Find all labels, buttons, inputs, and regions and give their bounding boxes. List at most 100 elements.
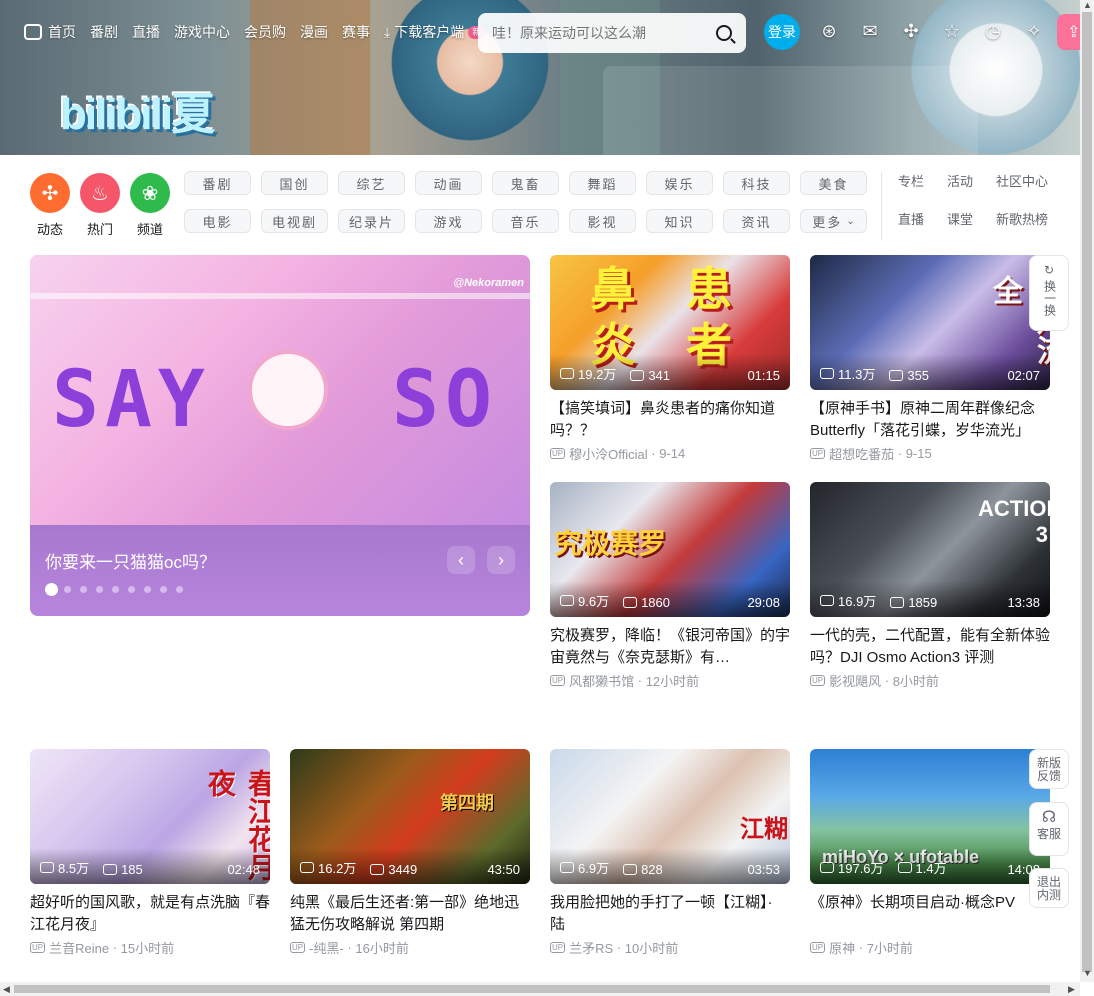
feedback-button[interactable]: 新版反馈 <box>1029 749 1069 789</box>
video-card[interactable]: 第四期 16.2万 3449 43:50 纯黑《最后生还者:第一部》绝地迅猛无伤攻略解说… <box>290 749 530 957</box>
video-card[interactable]: 究极赛罗 9.6万 1860 29:08 究极赛罗，降临！《银河帝国》的宇宙竟然与《奈克… <box>550 482 790 690</box>
customer-service-button[interactable]: ☊ 客服 <box>1029 802 1069 856</box>
channel-chip[interactable]: 知识 <box>646 209 713 233</box>
favorite-icon[interactable]: ☆ <box>941 20 963 42</box>
message-icon[interactable]: ✉ <box>859 20 881 42</box>
nav-download-client[interactable]: ⤓ 下载客户端新 <box>384 22 486 42</box>
video-card[interactable]: 岁月流全11.3万35502:07 【原神手书】原神二周年群像纪念Butterfl… <box>810 255 1050 463</box>
link-column[interactable]: 专栏 <box>898 172 947 192</box>
creation-icon[interactable]: ✧ <box>1023 20 1045 42</box>
quick-dynamic[interactable]: ✣ 动态 <box>30 173 70 238</box>
carousel-image[interactable]: @Nekoramen SAY SO <box>30 255 530 525</box>
video-title[interactable]: 【搞笑填词】鼻炎患者的痛你知道吗？？ <box>550 398 790 442</box>
uploader-name[interactable]: 兰矛RS <box>569 938 613 957</box>
channel-chip[interactable]: 国创 <box>261 171 328 195</box>
channel-chip[interactable]: 鬼畜 <box>492 171 559 195</box>
vertical-scroll-thumb[interactable] <box>1082 12 1092 972</box>
channel-chip[interactable]: 番剧 <box>184 171 251 195</box>
search-bar[interactable] <box>478 13 746 53</box>
nav-bangumi[interactable]: 番剧 <box>90 22 118 42</box>
nav-match[interactable]: 赛事 <box>342 22 370 42</box>
video-title[interactable]: 纯黑《最后生还者:第一部》绝地迅猛无伤攻略解说 第四期 <box>290 892 530 936</box>
channel-chip[interactable]: 电影 <box>184 209 251 233</box>
scroll-down-arrow[interactable]: ▼ <box>1083 968 1092 978</box>
video-card[interactable]: 江糊 6.9万 828 03:53 我用脸把她的手打了一顿【江糊】· 陆 UP 兰矛RS ·… <box>550 749 790 957</box>
video-card[interactable]: miHoYo × ufotable197.6万1.4万14:08 《原神》长期项目… <box>810 749 1050 957</box>
video-title[interactable]: 究极赛罗，降临！《银河帝国》的宇宙竟然与《奈克瑟斯》有… <box>550 625 790 669</box>
video-card[interactable]: ACTION 3 16.9万 1859 13:38 一代的壳，二代配置，能有全新体验吗？… <box>810 482 1050 690</box>
carousel-title[interactable]: 你要来一只猫猫oc吗？ <box>45 548 216 573</box>
horizontal-scroll-thumb[interactable] <box>14 985 1050 993</box>
video-title[interactable]: 我用脸把她的手打了一顿【江糊】· 陆 <box>550 892 790 936</box>
video-thumbnail[interactable]: 岁月流全11.3万35502:07 <box>810 255 1050 390</box>
login-button[interactable]: 登录 <box>764 14 800 50</box>
nav-vip-shop[interactable]: 会员购 <box>244 22 286 42</box>
nav-live[interactable]: 直播 <box>132 22 160 42</box>
uploader-name[interactable]: 超想吃番茄 <box>829 444 894 463</box>
channel-chip[interactable]: 动画 <box>415 171 482 195</box>
scroll-left-arrow[interactable]: ◀ <box>3 984 10 995</box>
history-icon[interactable]: ◷ <box>982 20 1004 42</box>
video-card[interactable]: 春江花月夜 8.5万 185 02:48 超好听的国风歌，就是有点洗脑『春江花月夜』 UP… <box>30 749 270 957</box>
nav-game-center[interactable]: 游戏中心 <box>174 22 230 42</box>
exit-beta-button[interactable]: 退出内测 <box>1029 868 1069 908</box>
search-input[interactable] <box>492 25 716 41</box>
video-title[interactable]: 超好听的国风歌，就是有点洗脑『春江花月夜』 <box>30 892 270 936</box>
quick-channel[interactable]: ❀ 频道 <box>130 173 170 238</box>
video-thumbnail[interactable]: 鼻患炎者 19.2万 341 01:15 <box>550 255 790 390</box>
carousel-dot[interactable] <box>160 586 167 593</box>
link-new-songs[interactable]: 新歌热榜 <box>996 210 1060 230</box>
carousel-dot[interactable] <box>112 586 119 593</box>
channel-chip[interactable]: 综艺 <box>338 171 405 195</box>
video-thumbnail[interactable]: ACTION 3 16.9万 1859 13:38 <box>810 482 1050 617</box>
carousel-dot[interactable] <box>80 586 87 593</box>
channel-chip[interactable]: 影视 <box>569 209 636 233</box>
channel-chip[interactable]: 科技 <box>723 171 790 195</box>
video-thumbnail[interactable]: 江糊 6.9万 828 03:53 <box>550 749 790 884</box>
video-card[interactable]: 鼻患炎者 19.2万 341 01:15 【搞笑填词】鼻炎患者的痛你知道吗？？ UP 穆小泠… <box>550 255 790 463</box>
bilibili-logo[interactable]: bilibili夏 <box>60 78 215 142</box>
channel-chip[interactable]: 美食 <box>800 171 867 195</box>
nav-home[interactable]: 首页 <box>24 22 76 42</box>
channel-chip[interactable]: 娱乐 <box>646 171 713 195</box>
vip-icon[interactable]: ⊛ <box>818 20 840 42</box>
channel-chip[interactable]: 资讯 <box>723 209 790 233</box>
more-channels-button[interactable]: 更多 ⌄ <box>800 209 867 233</box>
dynamic-icon[interactable]: ✣ <box>900 20 922 42</box>
refresh-button[interactable]: ↻ 换一换 <box>1029 255 1069 331</box>
channel-chip[interactable]: 纪录片 <box>338 209 405 233</box>
uploader-name[interactable]: 影视飓风 <box>829 671 881 690</box>
carousel-dot[interactable] <box>96 586 103 593</box>
video-title[interactable]: 一代的壳，二代配置，能有全新体验吗？DJI Osmo Action3 评测 <box>810 625 1050 669</box>
scroll-right-arrow[interactable]: ▶ <box>1068 984 1075 995</box>
carousel-prev-button[interactable]: ‹ <box>447 546 475 574</box>
carousel-dot[interactable] <box>64 586 71 593</box>
video-title[interactable]: 【原神手书】原神二周年群像纪念Butterfly「落花引蝶，岁华流光」 <box>810 398 1050 442</box>
link-activity[interactable]: 活动 <box>947 172 996 192</box>
channel-chip[interactable]: 舞蹈 <box>569 171 636 195</box>
search-icon[interactable] <box>716 25 732 41</box>
carousel[interactable]: @Nekoramen SAY SO 你要来一只猫猫oc吗？ ‹ › <box>30 255 530 616</box>
channel-chip[interactable]: 游戏 <box>415 209 482 233</box>
carousel-dot[interactable] <box>144 586 151 593</box>
video-thumbnail[interactable]: 春江花月夜 8.5万 185 02:48 <box>30 749 270 884</box>
video-thumbnail[interactable]: miHoYo × ufotable197.6万1.4万14:08 <box>810 749 1050 884</box>
quick-hot[interactable]: ♨ 热门 <box>80 173 120 238</box>
carousel-next-button[interactable]: › <box>487 546 515 574</box>
uploader-name[interactable]: 风都獭书馆 <box>569 671 634 690</box>
video-thumbnail[interactable]: 究极赛罗 9.6万 1860 29:08 <box>550 482 790 617</box>
carousel-dot[interactable] <box>176 586 183 593</box>
scroll-up-arrow[interactable]: ▲ <box>1083 0 1092 10</box>
video-title[interactable]: 《原神》长期项目启动·概念PV <box>810 892 1050 936</box>
uploader-name[interactable]: 穆小泠Official <box>569 444 648 463</box>
link-course[interactable]: 课堂 <box>947 210 996 230</box>
carousel-dot[interactable] <box>45 583 58 596</box>
uploader-name[interactable]: 原神 <box>829 938 855 957</box>
channel-chip[interactable]: 电视剧 <box>261 209 328 233</box>
link-live[interactable]: 直播 <box>898 210 947 230</box>
carousel-dot[interactable] <box>128 586 135 593</box>
uploader-name[interactable]: -纯黑- <box>309 938 344 957</box>
video-thumbnail[interactable]: 第四期 16.2万 3449 43:50 <box>290 749 530 884</box>
uploader-name[interactable]: 兰音Reine <box>49 938 109 957</box>
link-community[interactable]: 社区中心 <box>996 172 1060 192</box>
